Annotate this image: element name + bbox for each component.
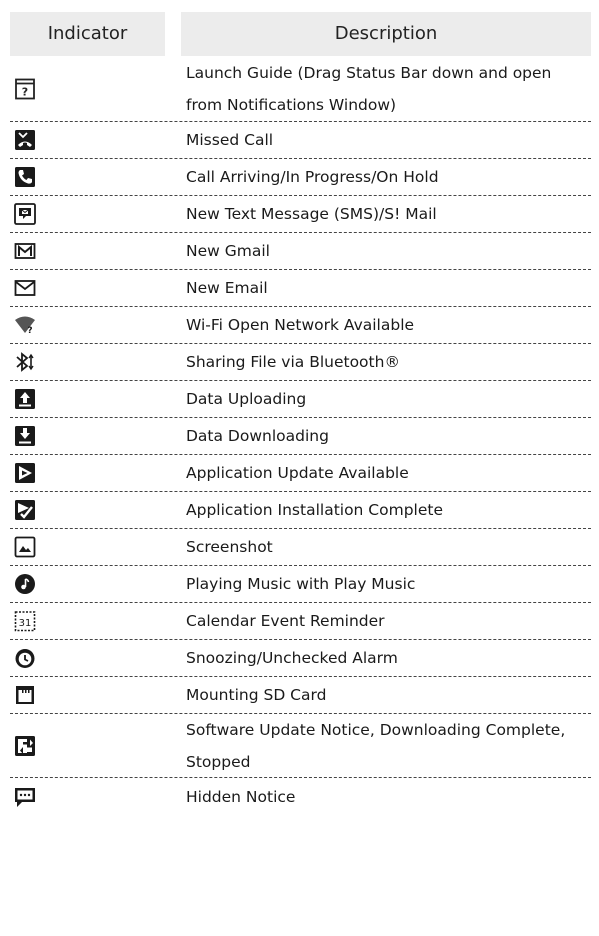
row-description: Call Arriving/In Progress/On Hold bbox=[186, 168, 439, 186]
description-column-header: Description bbox=[181, 12, 591, 56]
play-music-icon bbox=[10, 573, 165, 595]
wifi-open-network-icon: ? bbox=[10, 314, 165, 336]
row-description: Data Downloading bbox=[186, 427, 329, 445]
table-row: Data Downloading bbox=[10, 418, 591, 455]
table-row: Playing Music with Play Music bbox=[10, 566, 591, 603]
calendar-icon: 31 bbox=[10, 610, 165, 632]
launch-guide-icon: ? bbox=[10, 78, 165, 100]
install-complete-icon bbox=[10, 499, 165, 521]
table-row: Snoozing/Unchecked Alarm bbox=[10, 640, 591, 677]
bluetooth-sharing-icon bbox=[10, 351, 165, 373]
calendar-date-text: 31 bbox=[19, 618, 32, 629]
missed-call-icon bbox=[10, 129, 165, 151]
table-row: Screenshot bbox=[10, 529, 591, 566]
svg-text:?: ? bbox=[22, 85, 28, 98]
row-description: New Gmail bbox=[186, 242, 270, 260]
gmail-icon bbox=[10, 240, 165, 262]
row-description: Software Update Notice, Downloading Comp… bbox=[186, 720, 566, 771]
text-message-icon bbox=[10, 203, 165, 225]
table-row: Call Arriving/In Progress/On Hold bbox=[10, 159, 591, 196]
screenshot-icon bbox=[10, 536, 165, 558]
table-row: Software Update Notice, Downloading Comp… bbox=[10, 714, 591, 778]
svg-text:?: ? bbox=[27, 326, 32, 336]
row-description: Missed Call bbox=[186, 131, 274, 149]
table-row: New Text Message (SMS)/S! Mail bbox=[10, 196, 591, 233]
row-description: Application Installation Complete bbox=[186, 501, 444, 519]
row-description: Wi-Fi Open Network Available bbox=[186, 316, 415, 334]
row-description: Launch Guide (Drag Status Bar down and o… bbox=[186, 63, 552, 114]
download-icon bbox=[10, 425, 165, 447]
table-row: New Gmail bbox=[10, 233, 591, 270]
alarm-icon bbox=[10, 647, 165, 669]
table-row: Application Update Available bbox=[10, 455, 591, 492]
table-row: Data Uploading bbox=[10, 381, 591, 418]
table-row: Application Installation Complete bbox=[10, 492, 591, 529]
row-description: New Email bbox=[186, 279, 268, 297]
table-row: Missed Call bbox=[10, 122, 591, 159]
upload-icon bbox=[10, 388, 165, 410]
indicator-column-header: Indicator bbox=[10, 12, 165, 56]
row-description: Data Uploading bbox=[186, 390, 307, 408]
table-row: ? Wi-Fi Open Network Available bbox=[10, 307, 591, 344]
row-description: Sharing File via Bluetooth® bbox=[186, 353, 400, 371]
table-row: Mounting SD Card bbox=[10, 677, 591, 714]
app-update-icon bbox=[10, 462, 165, 484]
call-in-progress-icon bbox=[10, 166, 165, 188]
row-description: Hidden Notice bbox=[186, 787, 296, 806]
table-row: ? Launch Guide (Drag Status Bar down and… bbox=[10, 56, 591, 122]
row-description: Mounting SD Card bbox=[186, 686, 327, 704]
table-header: Indicator Description bbox=[10, 12, 591, 56]
table-row: New Email bbox=[10, 270, 591, 307]
table-row: Sharing File via Bluetooth® bbox=[10, 344, 591, 381]
indicator-table: Indicator Description ? Launch Guide (Dr… bbox=[10, 12, 591, 815]
row-description: Calendar Event Reminder bbox=[186, 612, 385, 630]
email-icon bbox=[10, 277, 165, 299]
software-update-icon bbox=[10, 735, 165, 757]
row-description: New Text Message (SMS)/S! Mail bbox=[186, 205, 437, 223]
table-row: Hidden Notice bbox=[10, 778, 591, 815]
hidden-notice-icon bbox=[10, 786, 165, 808]
table-row: 31 Calendar Event Reminder bbox=[10, 603, 591, 640]
sd-card-icon bbox=[10, 684, 165, 706]
row-description: Screenshot bbox=[186, 538, 273, 556]
row-description: Playing Music with Play Music bbox=[186, 575, 416, 593]
row-description: Snoozing/Unchecked Alarm bbox=[186, 649, 398, 667]
row-description: Application Update Available bbox=[186, 464, 409, 482]
